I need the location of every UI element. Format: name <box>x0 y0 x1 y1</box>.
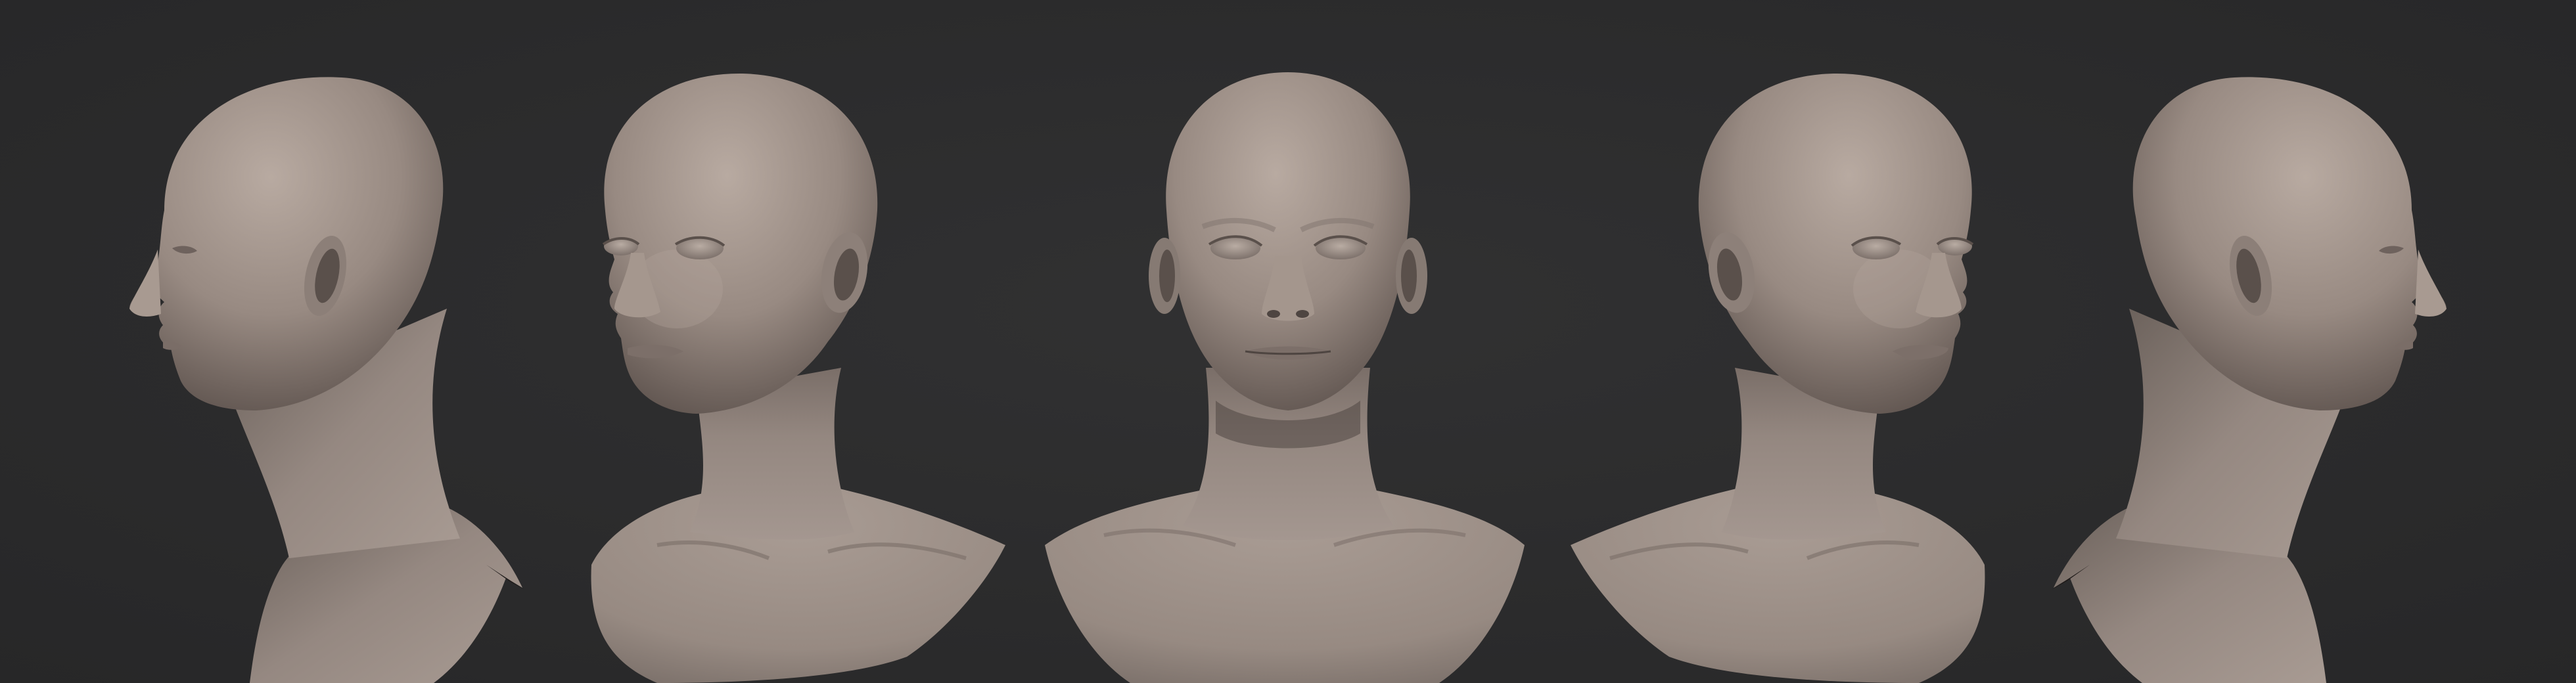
sculpt-turnaround-scene <box>0 0 2576 683</box>
left-three-quarter-view <box>591 73 1005 683</box>
front-view <box>1045 72 1525 683</box>
head-sculpt-turnaround <box>129 72 2447 683</box>
right-profile-view <box>2052 77 2447 683</box>
left-profile-view <box>129 77 524 683</box>
right-three-quarter-view <box>1571 73 1985 683</box>
